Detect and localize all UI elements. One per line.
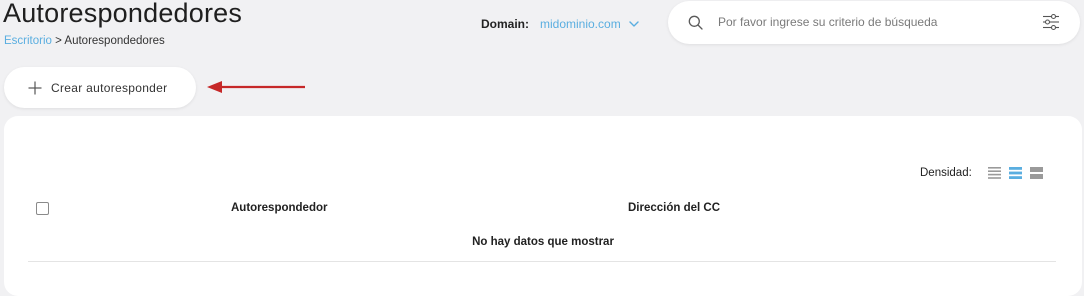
select-all-checkbox[interactable] [36, 202, 49, 215]
domain-label: Domain: [481, 17, 529, 31]
breadcrumb-current: Autorespondedores [64, 35, 165, 47]
red-arrow-annotation [207, 81, 305, 93]
breadcrumb-home-link[interactable]: Escritorio [4, 35, 52, 47]
density-label: Densidad: [920, 167, 972, 179]
empty-table-message: No hay datos que mostrar [472, 236, 614, 248]
create-autoresponder-label: Crear autoresponder [51, 80, 168, 95]
page-title: Autorespondedores [3, 0, 243, 28]
density-comfortable-icon[interactable] [1029, 167, 1043, 179]
plus-icon [28, 81, 42, 94]
filter-settings-icon[interactable] [1042, 13, 1060, 31]
domain-selector-group: Domain: midominio.com [481, 17, 639, 31]
domain-select[interactable]: midominio.com [540, 17, 639, 31]
column-header-cc-address[interactable]: Dirección del CC [628, 202, 720, 214]
search-icon [688, 15, 703, 30]
density-compact-icon[interactable] [987, 167, 1001, 179]
breadcrumb: Escritorio > Autorespondedores [4, 35, 165, 47]
search-input[interactable] [718, 12, 1018, 32]
domain-selected-value: midominio.com [540, 17, 621, 31]
create-autoresponder-button[interactable]: Crear autoresponder [4, 67, 196, 108]
density-standard-icon[interactable] [1008, 167, 1022, 179]
column-header-autoresponder[interactable]: Autorespondedor [231, 202, 327, 214]
chevron-down-icon [629, 21, 639, 27]
table-divider [28, 261, 1056, 262]
breadcrumb-separator: > [55, 35, 62, 47]
autoresponders-table-card: Densidad: Autorespondedor Dirección del … [4, 116, 1082, 296]
search-box [668, 1, 1080, 44]
density-control: Densidad: [920, 167, 1043, 179]
